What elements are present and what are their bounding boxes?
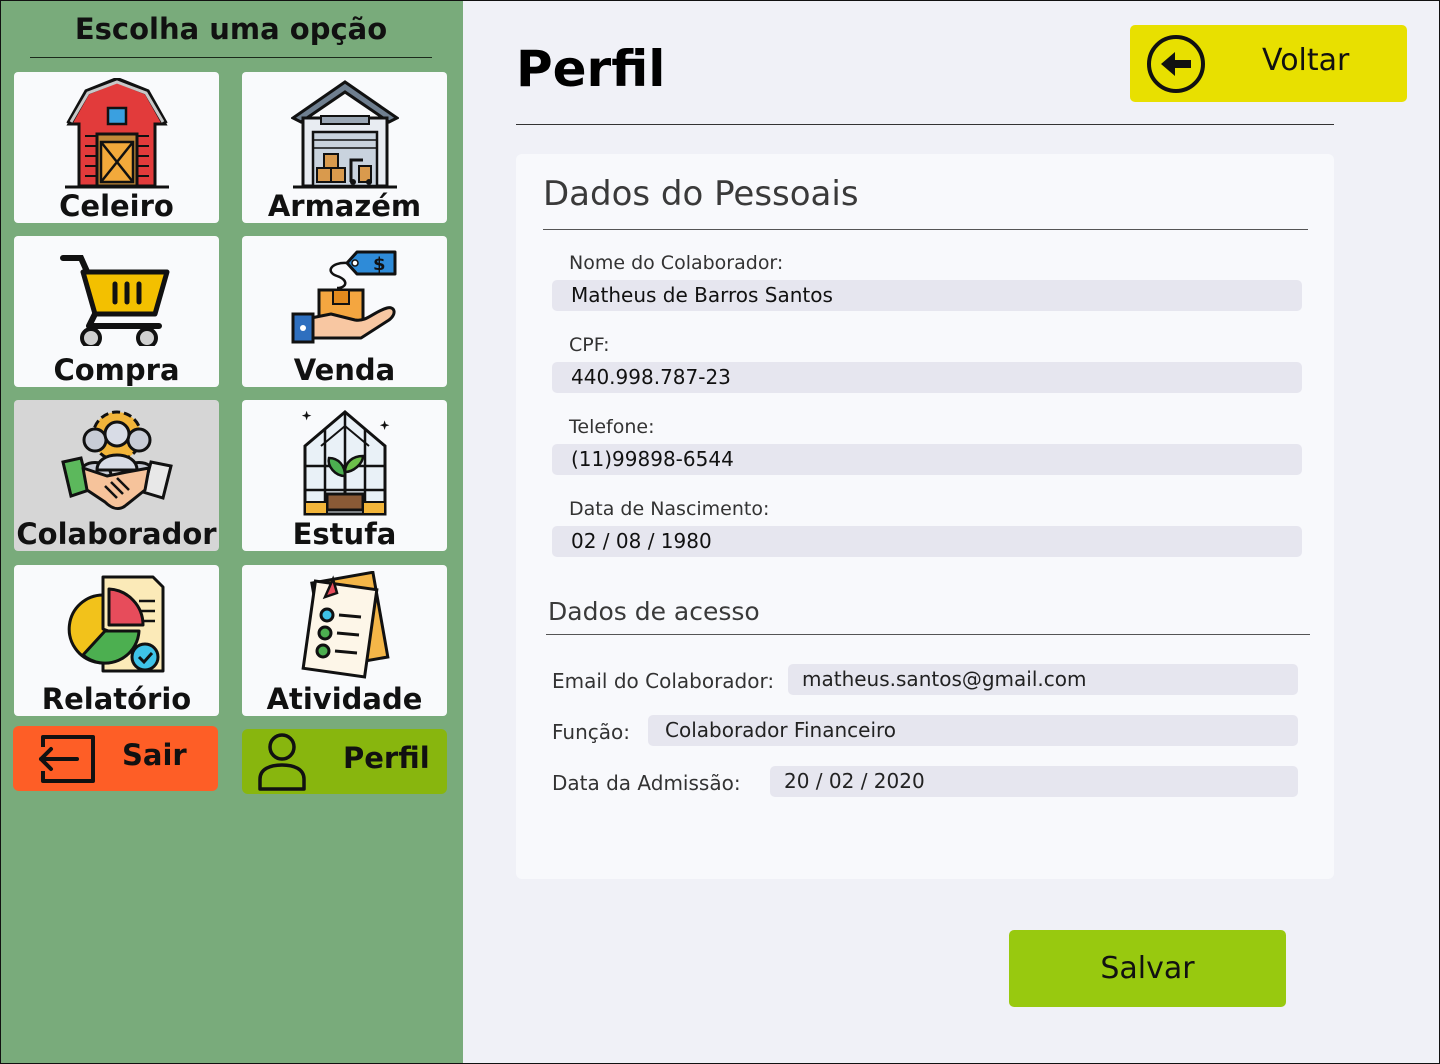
admission-date-field[interactable]: 20 / 02 / 2020 — [770, 766, 1298, 797]
logout-button[interactable]: Sair — [13, 726, 218, 791]
menu-tile-armazem[interactable]: Armazém — [242, 72, 447, 223]
page-title: Perfil — [516, 40, 666, 98]
phone-label: Telefone: — [569, 416, 655, 438]
warehouse-icon — [290, 80, 399, 189]
back-label: Voltar — [1262, 43, 1350, 78]
personal-section-title: Dados do Pessoais — [543, 174, 859, 214]
birthdate-label: Data de Nascimento: — [569, 498, 770, 520]
menu-tile-compra[interactable]: Compra — [14, 236, 219, 387]
cpf-field[interactable]: 440.998.787-23 — [552, 362, 1302, 393]
main-content: Perfil Voltar Dados do Pessoais Nome do … — [463, 0, 1440, 1064]
tile-label: Armazém — [267, 189, 422, 223]
header-divider — [516, 124, 1334, 125]
tile-label: Celeiro — [59, 189, 174, 223]
email-label: Email do Colaborador: — [552, 669, 775, 693]
shopping-cart-icon — [59, 255, 169, 346]
menu-tile-atividade[interactable]: Atividade — [242, 565, 447, 716]
section-divider — [543, 229, 1308, 230]
team-handshake-icon — [60, 410, 173, 510]
menu-tile-relatorio[interactable]: Relatório — [14, 565, 219, 716]
menu-tile-estufa[interactable]: Estufa — [242, 400, 447, 551]
section-divider — [546, 634, 1310, 635]
tile-label: Estufa — [292, 517, 397, 551]
sale-box-hand-icon: $ — [291, 250, 396, 344]
report-chart-icon — [67, 575, 164, 673]
user-icon — [258, 733, 306, 791]
tile-label: Colaborador — [16, 517, 217, 551]
greenhouse-icon — [301, 410, 389, 516]
role-label: Função: — [552, 720, 630, 744]
phone-field[interactable]: (11)99898-6544 — [552, 444, 1302, 475]
tile-label: Venda — [293, 353, 396, 387]
sidebar: Escolha uma opção Celeiro Armazém Compra… — [0, 0, 463, 1064]
profile-label: Perfil — [343, 741, 430, 775]
activity-checklist-icon — [300, 571, 390, 679]
admission-label: Data da Admissão: — [552, 771, 741, 795]
back-button[interactable]: Voltar — [1130, 25, 1407, 102]
profile-button[interactable]: Perfil — [242, 729, 447, 794]
logout-icon — [37, 735, 95, 783]
tile-label: Relatório — [41, 682, 192, 716]
profile-card: Dados do Pessoais Nome do Colaborador: M… — [516, 154, 1334, 879]
birthdate-field[interactable]: 02 / 08 / 1980 — [552, 526, 1302, 557]
tile-label: Compra — [53, 353, 180, 387]
email-field[interactable]: matheus.santos@gmail.com — [788, 664, 1298, 695]
save-button[interactable]: Salvar — [1009, 930, 1286, 1007]
barn-icon — [64, 78, 169, 189]
sidebar-divider — [30, 57, 432, 58]
sidebar-title: Escolha uma opção — [74, 12, 388, 46]
svg-text:$: $ — [373, 254, 386, 275]
menu-tile-venda[interactable]: $ Venda — [242, 236, 447, 387]
name-label: Nome do Colaborador: — [569, 252, 784, 274]
menu-tile-celeiro[interactable]: Celeiro — [14, 72, 219, 223]
arrow-left-circle-icon — [1147, 35, 1205, 93]
menu-tile-colaborador[interactable]: Colaborador — [14, 400, 219, 551]
name-field[interactable]: Matheus de Barros Santos — [552, 280, 1302, 311]
cpf-label: CPF: — [569, 334, 610, 356]
logout-label: Sair — [122, 738, 187, 772]
role-field[interactable]: Colaborador Financeiro — [648, 715, 1298, 746]
tile-label: Atividade — [266, 682, 423, 716]
access-section-title: Dados de acesso — [548, 597, 760, 626]
